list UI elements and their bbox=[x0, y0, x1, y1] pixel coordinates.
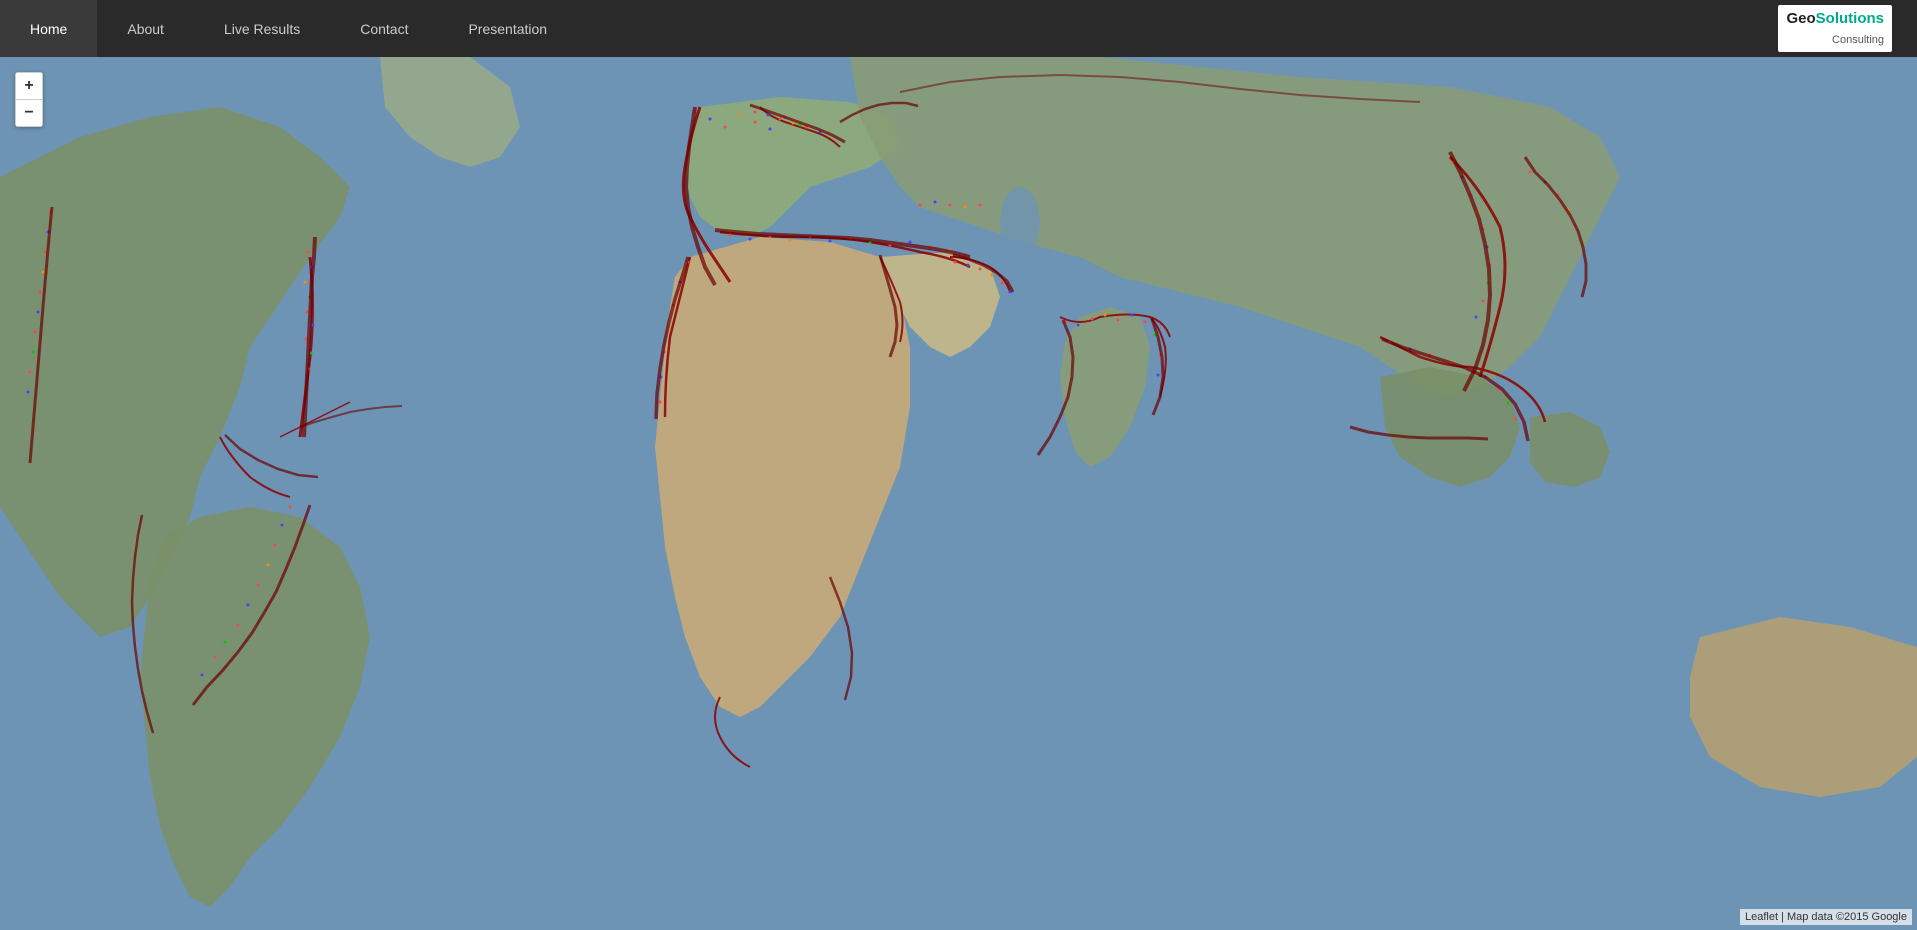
nav-item-contact[interactable]: Contact bbox=[330, 0, 438, 57]
zoom-in-button[interactable]: + bbox=[16, 73, 42, 99]
map-container[interactable]: + − Leaflet | Map data ©2015 Google bbox=[0, 57, 1917, 930]
zoom-controls: + − bbox=[15, 72, 43, 127]
nav-item-home[interactable]: Home bbox=[0, 0, 97, 57]
nav-logo[interactable]: GeoSolutions Consulting bbox=[1778, 5, 1907, 51]
logo-consulting: Consulting bbox=[1832, 34, 1884, 46]
nav-items: Home About Live Results Contact Presenta… bbox=[0, 0, 1778, 57]
map-attribution: Leaflet | Map data ©2015 Google bbox=[1740, 909, 1912, 925]
navbar: Home About Live Results Contact Presenta… bbox=[0, 0, 1917, 57]
world-map bbox=[0, 57, 1917, 930]
nav-item-presentation[interactable]: Presentation bbox=[438, 0, 577, 57]
nav-item-live-results[interactable]: Live Results bbox=[194, 0, 330, 57]
zoom-out-button[interactable]: − bbox=[16, 100, 42, 126]
logo-geo: GeoSolutions bbox=[1786, 10, 1884, 27]
attribution-text: Leaflet | Map data ©2015 Google bbox=[1745, 911, 1907, 923]
nav-item-about[interactable]: About bbox=[97, 0, 194, 57]
